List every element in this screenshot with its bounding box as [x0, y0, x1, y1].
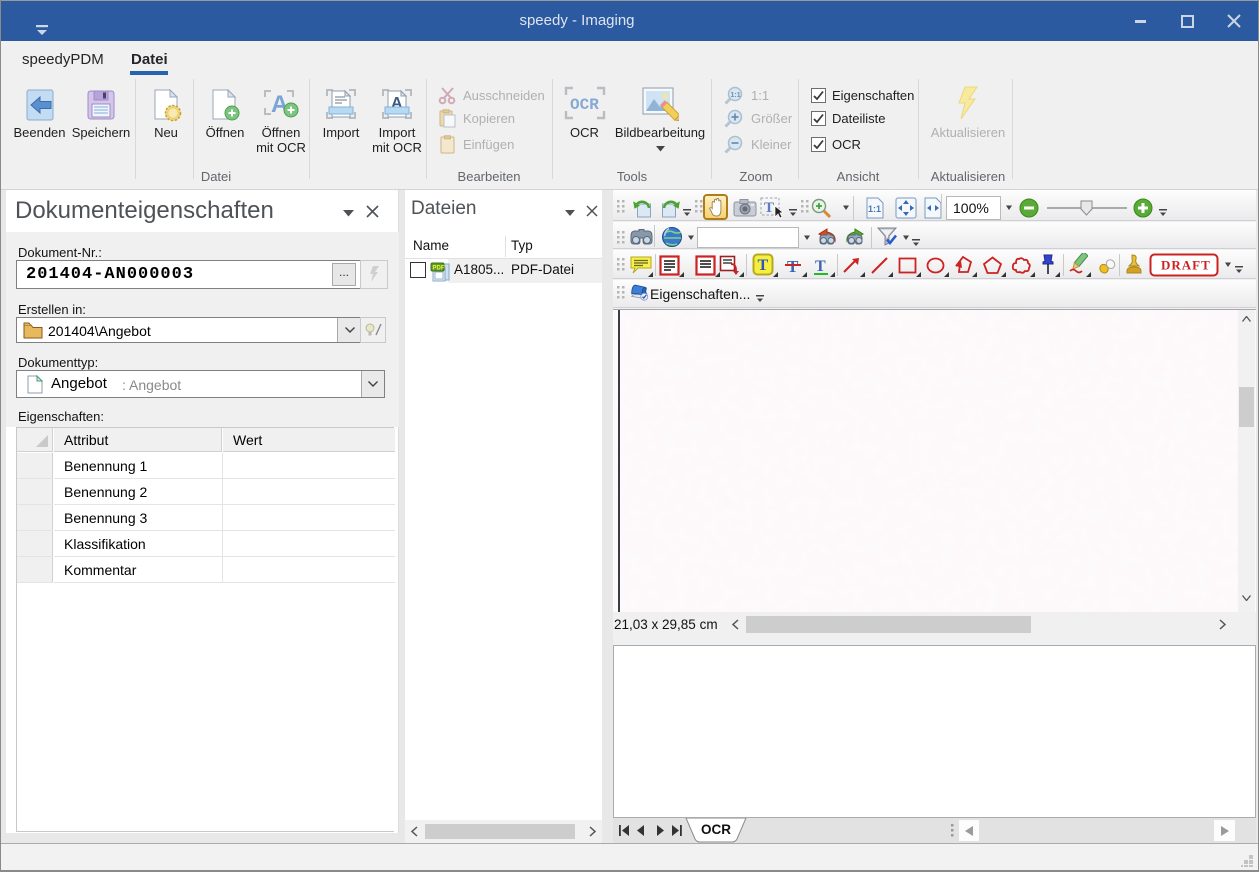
- svg-text:T: T: [758, 257, 769, 274]
- svg-text:T: T: [815, 258, 826, 275]
- svg-text:DRAFT: DRAFT: [1161, 258, 1211, 273]
- svg-text:1:1: 1:1: [731, 92, 741, 99]
- svg-text:T: T: [787, 257, 799, 276]
- svg-text:1:1: 1:1: [868, 204, 881, 214]
- svg-text:PDF: PDF: [433, 266, 445, 272]
- svg-text:T: T: [764, 200, 774, 216]
- svg-text:OCR: OCR: [570, 96, 599, 114]
